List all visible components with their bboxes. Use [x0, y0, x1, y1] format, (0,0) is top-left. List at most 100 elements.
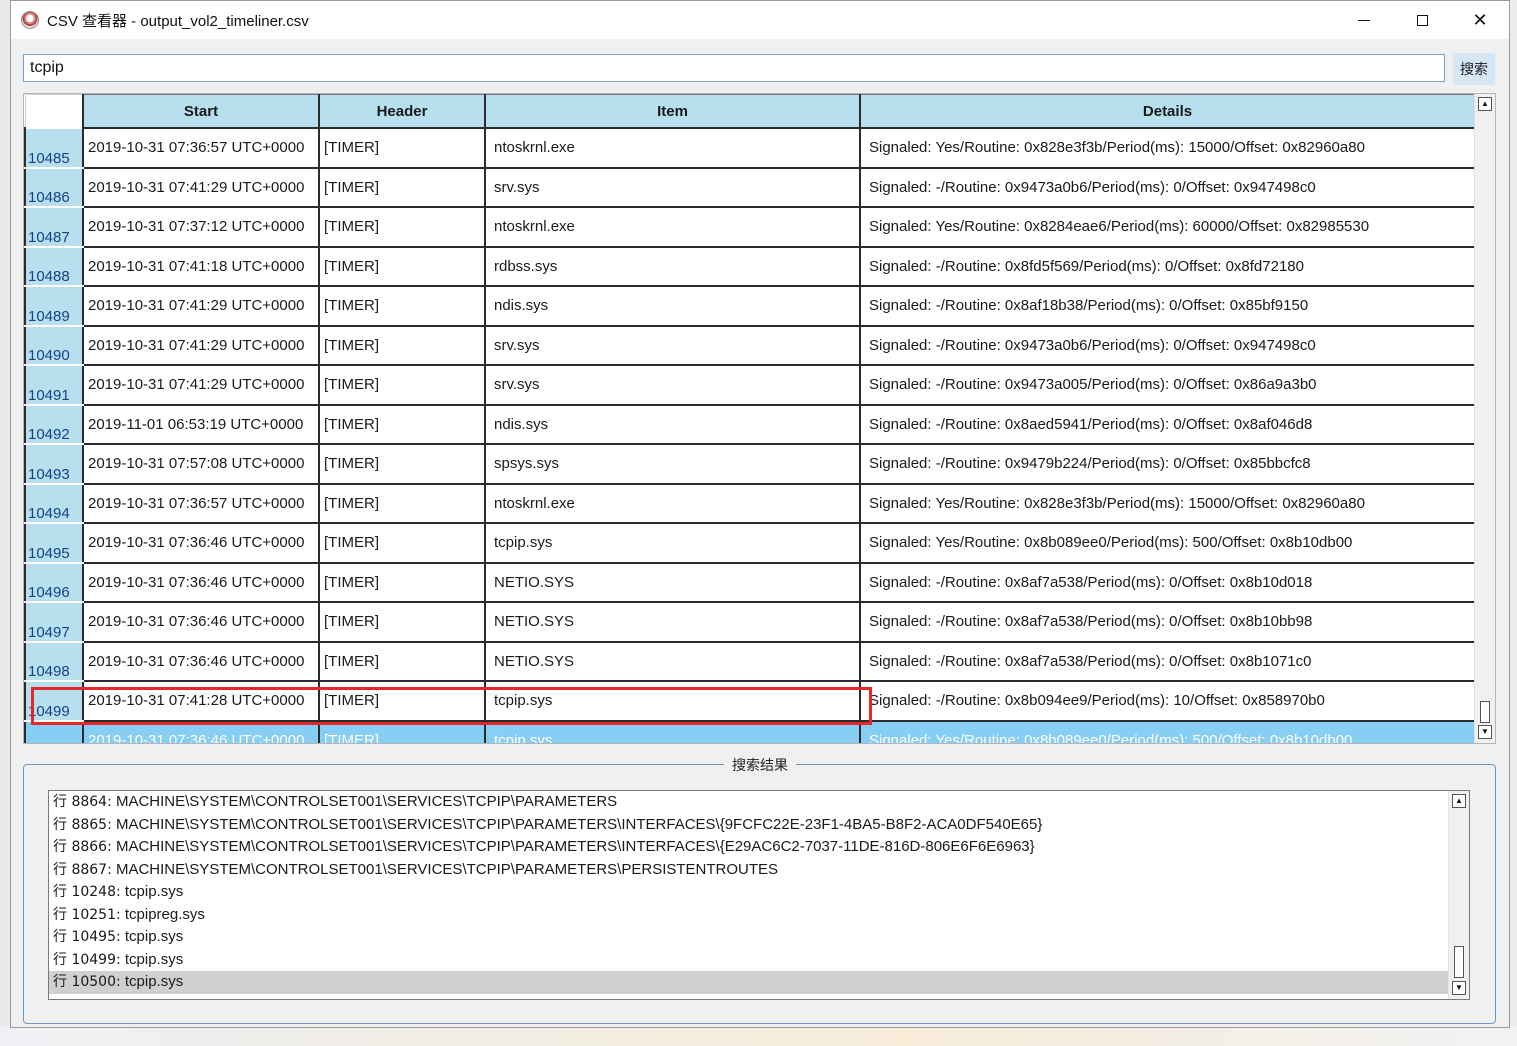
table-row[interactable]: 10498 2019-10-31 07:36:46 UTC+0000 [TIMER]… [24, 640, 1474, 682]
results-vertical-scrollbar[interactable]: ▲ ▼ [1448, 791, 1469, 999]
cell-item[interactable]: ndis.sys [484, 403, 861, 445]
cell-details[interactable]: Signaled: -/Routine: 0x8af18b38/Period(m… [859, 285, 1474, 327]
table-row[interactable]: 10486 2019-10-31 07:41:29 UTC+0000 [TIMER]… [24, 166, 1474, 208]
cell-details[interactable]: Signaled: Yes/Routine: 0x828e3f3b/Period… [859, 482, 1474, 524]
row-number[interactable]: 10489 [24, 285, 84, 327]
cell-item[interactable]: tcpip.sys [484, 680, 861, 722]
row-number[interactable]: 10486 [24, 166, 84, 208]
row-number[interactable]: 10496 [24, 561, 84, 603]
result-line[interactable]: 行 10248: tcpip.sys [49, 881, 1469, 904]
column-header-item[interactable]: Item [484, 94, 861, 129]
row-number[interactable]: 10497 [24, 601, 84, 643]
cell-header[interactable]: [TIMER] [318, 245, 486, 287]
cell-start[interactable]: 2019-11-01 06:53:19 UTC+0000 [82, 403, 320, 445]
maximize-button[interactable] [1393, 1, 1451, 39]
cell-details[interactable]: Signaled: Yes/Routine: 0x8b089ee0/Period… [859, 719, 1474, 743]
cell-item[interactable]: NETIO.SYS [484, 601, 861, 643]
cell-item[interactable]: NETIO.SYS [484, 640, 861, 682]
cell-header[interactable]: [TIMER] [318, 166, 486, 208]
cell-details[interactable]: Signaled: -/Routine: 0x9473a0b6/Period(m… [859, 324, 1474, 366]
cell-item[interactable]: srv.sys [484, 324, 861, 366]
cell-start[interactable]: 2019-10-31 07:36:46 UTC+0000 [82, 640, 320, 682]
table-row[interactable]: 10485 2019-10-31 07:36:57 UTC+0000 [TIMER]… [24, 127, 1474, 169]
row-number[interactable]: 10499 [24, 680, 84, 722]
search-button[interactable]: 搜索 [1453, 53, 1495, 85]
table-row[interactable]: 10490 2019-10-31 07:41:29 UTC+0000 [TIMER]… [24, 324, 1474, 366]
row-number[interactable]: 10487 [24, 206, 84, 248]
result-line[interactable]: 行 10495: tcpip.sys [49, 926, 1469, 949]
cell-start[interactable]: 2019-10-31 07:41:28 UTC+0000 [82, 680, 320, 722]
result-line[interactable]: 行 8864: MACHINE\SYSTEM\CONTROLSET001\SER… [49, 791, 1469, 814]
cell-header[interactable]: [TIMER] [318, 443, 486, 485]
table-row[interactable]: 10496 2019-10-31 07:36:46 UTC+0000 [TIMER]… [24, 561, 1474, 603]
cell-details[interactable]: Signaled: -/Routine: 0x8af7a538/Period(m… [859, 601, 1474, 643]
cell-details[interactable]: Signaled: -/Routine: 0x8fd5f569/Period(m… [859, 245, 1474, 287]
cell-details[interactable]: Signaled: -/Routine: 0x9473a005/Period(m… [859, 364, 1474, 406]
result-line[interactable]: 行 10500: tcpip.sys [49, 971, 1469, 994]
cell-item[interactable]: ntoskrnl.exe [484, 482, 861, 524]
cell-details[interactable]: Signaled: Yes/Routine: 0x8b089ee0/Period… [859, 522, 1474, 564]
scroll-down-icon[interactable]: ▼ [1478, 725, 1492, 739]
cell-details[interactable]: Signaled: -/Routine: 0x9473a0b6/Period(m… [859, 166, 1474, 208]
cell-header[interactable]: [TIMER] [318, 324, 486, 366]
cell-start[interactable]: 2019-10-31 07:36:46 UTC+0000 [82, 719, 320, 743]
cell-header[interactable]: [TIMER] [318, 522, 486, 564]
table-vertical-scrollbar[interactable]: ▲ ▼ [1474, 94, 1495, 743]
cell-start[interactable]: 2019-10-31 07:57:08 UTC+0000 [82, 443, 320, 485]
table-row[interactable]: 10493 2019-10-31 07:57:08 UTC+0000 [TIMER]… [24, 443, 1474, 485]
cell-item[interactable]: ntoskrnl.exe [484, 127, 861, 169]
close-button[interactable]: ✕ [1451, 1, 1509, 39]
cell-item[interactable]: ndis.sys [484, 285, 861, 327]
scroll-up-icon[interactable]: ▲ [1478, 97, 1492, 111]
cell-header[interactable]: [TIMER] [318, 719, 486, 743]
column-header-details[interactable]: Details [859, 94, 1474, 129]
cell-item[interactable]: tcpip.sys [484, 522, 861, 564]
cell-header[interactable]: [TIMER] [318, 364, 486, 406]
cell-start[interactable]: 2019-10-31 07:41:29 UTC+0000 [82, 285, 320, 327]
cell-item[interactable]: ntoskrnl.exe [484, 206, 861, 248]
row-number[interactable]: 10492 [24, 403, 84, 445]
cell-header[interactable]: [TIMER] [318, 127, 486, 169]
scroll-thumb[interactable] [1480, 701, 1490, 723]
cell-start[interactable]: 2019-10-31 07:41:29 UTC+0000 [82, 324, 320, 366]
table-row[interactable]: 10487 2019-10-31 07:37:12 UTC+0000 [TIMER]… [24, 206, 1474, 248]
column-header-header[interactable]: Header [318, 94, 486, 129]
cell-start[interactable]: 2019-10-31 07:41:18 UTC+0000 [82, 245, 320, 287]
table-row[interactable]: 10499 2019-10-31 07:41:28 UTC+0000 [TIMER]… [24, 680, 1474, 722]
cell-item[interactable]: srv.sys [484, 166, 861, 208]
table-row[interactable]: 10495 2019-10-31 07:36:46 UTC+0000 [TIMER]… [24, 522, 1474, 564]
cell-item[interactable]: srv.sys [484, 364, 861, 406]
result-line[interactable]: 行 8865: MACHINE\SYSTEM\CONTROLSET001\SER… [49, 814, 1469, 837]
cell-details[interactable]: Signaled: Yes/Routine: 0x828e3f3b/Period… [859, 127, 1474, 169]
row-number[interactable]: 10488 [24, 245, 84, 287]
table-row[interactable]: 10489 2019-10-31 07:41:29 UTC+0000 [TIMER]… [24, 285, 1474, 327]
search-input[interactable] [23, 54, 1445, 82]
results-scroll-thumb[interactable] [1454, 946, 1464, 978]
table-row[interactable]: 10492 2019-11-01 06:53:19 UTC+0000 [TIMER]… [24, 403, 1474, 445]
cell-header[interactable]: [TIMER] [318, 403, 486, 445]
row-number[interactable]: 10491 [24, 364, 84, 406]
row-number[interactable]: 10493 [24, 443, 84, 485]
results-scroll-up-icon[interactable]: ▲ [1452, 794, 1466, 808]
cell-details[interactable]: Signaled: -/Routine: 0x9479b224/Period(m… [859, 443, 1474, 485]
cell-start[interactable]: 2019-10-31 07:36:57 UTC+0000 [82, 127, 320, 169]
cell-details[interactable]: Signaled: -/Routine: 0x8aed5941/Period(m… [859, 403, 1474, 445]
cell-start[interactable]: 2019-10-31 07:36:46 UTC+0000 [82, 601, 320, 643]
minimize-button[interactable] [1335, 1, 1393, 39]
row-number[interactable]: 10498 [24, 640, 84, 682]
cell-header[interactable]: [TIMER] [318, 601, 486, 643]
cell-start[interactable]: 2019-10-31 07:36:57 UTC+0000 [82, 482, 320, 524]
cell-details[interactable]: Signaled: -/Routine: 0x8af7a538/Period(m… [859, 561, 1474, 603]
cell-details[interactable]: Signaled: -/Routine: 0x8af7a538/Period(m… [859, 640, 1474, 682]
cell-item[interactable]: spsys.sys [484, 443, 861, 485]
result-line[interactable]: 行 8867: MACHINE\SYSTEM\CONTROLSET001\SER… [49, 859, 1469, 882]
table-row[interactable]: 10497 2019-10-31 07:36:46 UTC+0000 [TIMER]… [24, 601, 1474, 643]
row-number[interactable]: 10485 [24, 127, 84, 169]
cell-item[interactable]: rdbss.sys [484, 245, 861, 287]
row-number[interactable]: 10490 [24, 324, 84, 366]
row-number[interactable]: 10495 [24, 522, 84, 564]
cell-details[interactable]: Signaled: -/Routine: 0x8b094ee9/Period(m… [859, 680, 1474, 722]
cell-start[interactable]: 2019-10-31 07:41:29 UTC+0000 [82, 166, 320, 208]
row-number[interactable]: 10494 [24, 482, 84, 524]
cell-header[interactable]: [TIMER] [318, 640, 486, 682]
